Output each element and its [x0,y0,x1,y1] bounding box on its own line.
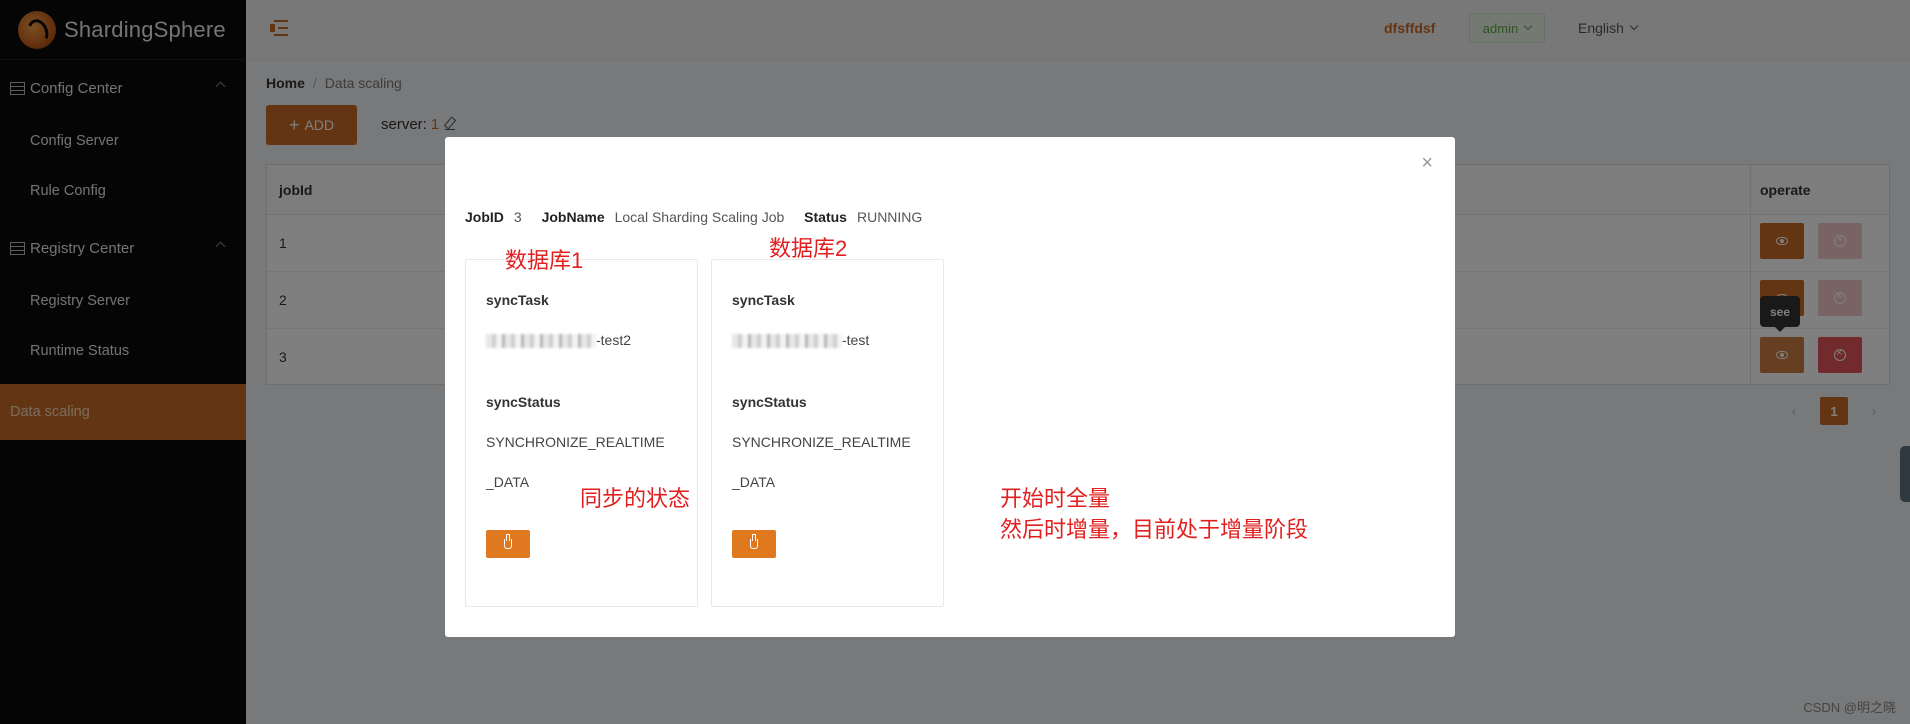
job-summary: JobID 3 JobName Local Sharding Scaling Job… [465,209,938,225]
job-name-value: Local Sharding Scaling Job [614,209,785,225]
sync-task-suffix: -test2 [596,332,632,348]
job-id-label: JobID [465,209,504,225]
sync-task-label: syncTask [732,292,795,308]
close-icon[interactable]: × [1421,153,1433,173]
sync-task-value: -test2 [486,332,632,349]
sync-action-button[interactable] [486,530,530,558]
sync-card: syncTask -test syncStatus SYNCHRONIZE_RE… [711,259,944,607]
sync-card: syncTask -test2 syncStatus SYNCHRONIZE_R… [465,259,698,607]
sync-task-value: -test [732,332,870,349]
status-label: Status [804,209,847,225]
job-name-label: JobName [541,209,605,225]
status-value: RUNNING [856,209,923,225]
side-widget-handle[interactable] [1900,446,1910,502]
sync-status-value: SYNCHRONIZE_REALTIME [732,434,911,450]
sync-status-value-cont: _DATA [732,474,776,490]
sync-action-button[interactable] [732,530,776,558]
annotation-phase-line1: 开始时全量 [1000,486,1111,511]
hand-pointer-icon [504,534,512,549]
redacted-block [732,334,842,349]
sync-status-label: syncStatus [486,394,561,410]
annotation-db2: 数据库2 [769,236,848,261]
redacted-block [486,334,596,349]
sync-status-label: syncStatus [732,394,807,410]
watermark: CSDN @明之晓 [1803,700,1896,715]
sync-task-label: syncTask [486,292,549,308]
job-id-value: 3 [513,209,522,225]
annotation-sync-state: 同步的状态 [580,486,691,511]
sync-task-suffix: -test [842,332,870,348]
annotation-phase-line2: 然后时增量，目前处于增量阶段 [1000,517,1309,542]
sync-status-value: SYNCHRONIZE_REALTIME [486,434,665,450]
annotation-db1: 数据库1 [505,248,584,273]
hand-pointer-icon [750,534,758,549]
sync-status-value-cont: _DATA [486,474,530,490]
job-detail-modal: × JobID 3 JobName Local Sharding Scaling J… [445,137,1455,637]
